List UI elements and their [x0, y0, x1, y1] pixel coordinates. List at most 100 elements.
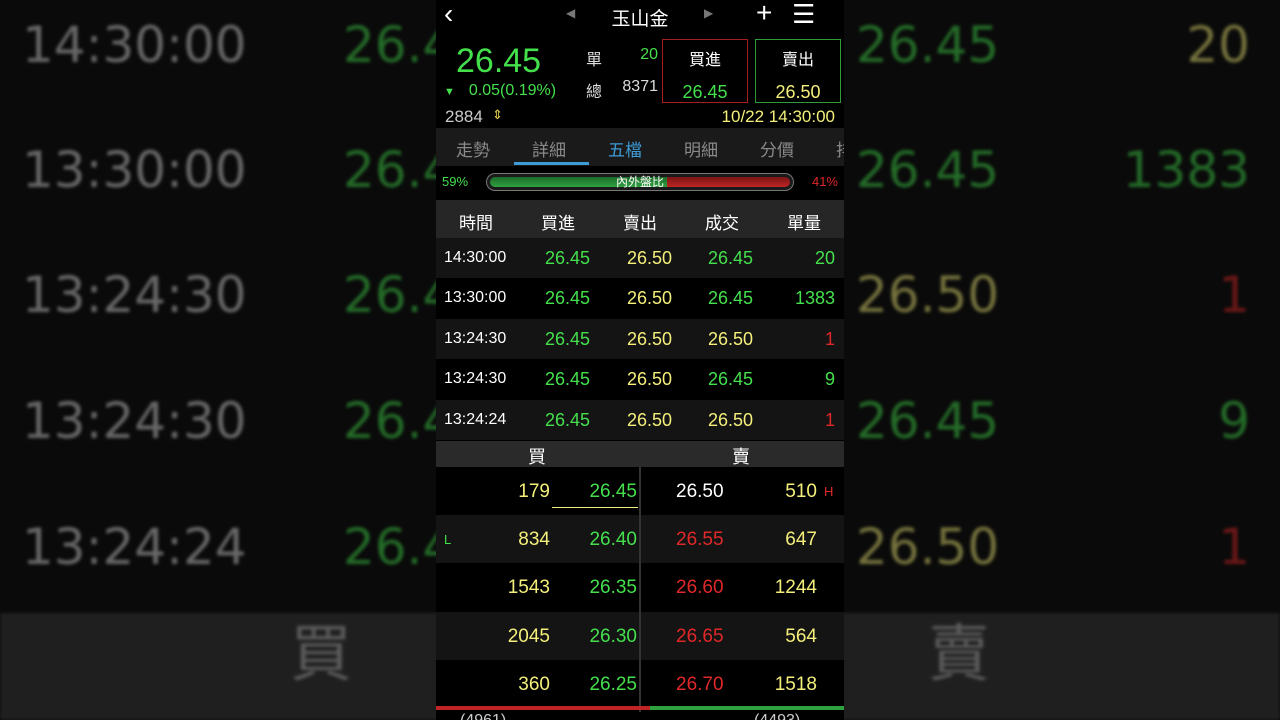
stock-code: 2884 [445, 107, 483, 126]
ask-quantity: 1244 [774, 577, 817, 599]
bg-time: 14:30:00 [22, 16, 247, 74]
tab-detail[interactable]: 詳細 [532, 136, 566, 161]
cell-ask: 26.50 [627, 288, 673, 309]
buy-button[interactable]: 買進 26.45 [662, 39, 748, 103]
bid-quantity: 2045 [507, 625, 550, 647]
header-volume: 單量 [787, 214, 821, 233]
ask-quantity: 1518 [774, 673, 817, 695]
order-book-totals: (4961) (4493) [436, 710, 844, 720]
add-icon[interactable]: + [756, 0, 772, 29]
cell-ask: 26.50 [627, 328, 673, 349]
tab-trend[interactable]: 走勢 [456, 136, 490, 161]
cell-deal: 26.45 [708, 248, 754, 268]
active-tab-underline [514, 162, 589, 165]
ask-quantity: 647 [785, 529, 817, 551]
table-row: 13:30:00 26.45 26.50 26.45 1383 [436, 278, 844, 318]
cell-volume: 20 [814, 248, 835, 268]
buy-total: (4961) [460, 712, 506, 720]
ask-price: 26.60 [676, 577, 724, 599]
bg-volume: 9 [1218, 392, 1250, 450]
buy-header: 買 [528, 447, 546, 467]
stock-title: 玉山金 [611, 9, 669, 30]
ratio-right: 41% [811, 174, 838, 189]
cell-bid: 26.45 [545, 248, 591, 268]
cell-deal: 26.45 [708, 369, 754, 390]
sell-header: 賣 [732, 447, 750, 467]
ask-price: 26.65 [676, 625, 724, 647]
cell-deal: 26.45 [708, 288, 754, 309]
tab-five-levels[interactable]: 五檔 [608, 136, 642, 161]
detail-table: 時間 買進 賣出 成交 單量 14:30:00 26.45 26.50 26.45 20… [436, 200, 844, 440]
quote-panel: 26.45 ▼ 0.05(0.19%) 單 20 總 8371 買進 26.45 … [436, 36, 844, 108]
cell-time: 13:24:24 [444, 410, 507, 428]
table-row: 13:24:30 26.45 26.50 26.50 1 [436, 318, 844, 360]
cell-time: 13:24:30 [444, 370, 507, 388]
cell-deal: 26.50 [708, 328, 754, 349]
sell-total: (4493) [754, 712, 800, 720]
cell-volume: 9 [824, 369, 835, 390]
bg-time: 13:24:24 [22, 518, 247, 576]
header-time: 時間 [459, 214, 493, 233]
price-change: ▼ 0.05(0.19%) [444, 82, 556, 100]
cell-bid: 26.45 [545, 288, 591, 309]
bg-price: 26.45 [856, 141, 1000, 199]
total-value: 8371 [622, 78, 658, 95]
bg-time: 13:30:00 [22, 141, 247, 199]
sell-button[interactable]: 賣出 26.50 [755, 39, 841, 103]
sell-label: 賣出 [781, 52, 814, 69]
bid-quantity: 1543 [507, 577, 550, 599]
bg-band-buy: 買 [290, 617, 353, 690]
ratio-label: 內外盤比 [615, 175, 664, 189]
cell-ask: 26.50 [627, 248, 673, 268]
cell-bid: 26.45 [545, 409, 591, 430]
bid-price: 26.30 [589, 625, 637, 647]
cell-bid: 26.45 [545, 369, 591, 390]
menu-icon[interactable]: ☰ [792, 0, 815, 30]
sort-icon[interactable]: ⇕ [492, 107, 503, 123]
tab-bar: 走勢 詳細 五檔 明細 分價 排 [436, 128, 844, 166]
bid-price: 26.40 [589, 529, 637, 551]
tab-ticks[interactable]: 明細 [684, 136, 718, 161]
bg-volume: 1 [1218, 266, 1250, 324]
tab-more[interactable]: 排 [836, 136, 844, 161]
ratio-meter: 內外盤比 [486, 173, 794, 191]
next-stock-icon[interactable]: ▶ [704, 6, 713, 20]
cell-time: 13:30:00 [444, 289, 507, 307]
detail-rows: 14:30:00 26.45 26.50 26.45 20 13:30:00 26.45 26… [436, 238, 844, 440]
change-value: 0.05(0.19%) [468, 82, 557, 99]
bg-volume: 1383 [1122, 141, 1250, 199]
sell-price: 26.50 [775, 82, 821, 102]
bg-band-sell: 賣 [928, 617, 991, 690]
single-label: 單 [586, 52, 603, 69]
bg-time: 13:24:30 [22, 392, 247, 450]
high-marker: H [824, 484, 834, 499]
buy-label: 買進 [688, 52, 721, 69]
down-arrow-icon: ▼ [444, 86, 455, 98]
cell-deal: 26.50 [708, 409, 754, 430]
cell-volume: 1 [824, 409, 835, 430]
cell-time: 14:30:00 [444, 249, 507, 266]
ask-quantity: 510 [785, 481, 817, 502]
stock-app-screen: ‹ ◀ 玉山金 ▶ + ☰ 26.45 ▼ 0.05(0.19%) 單 20 總 … [436, 0, 844, 720]
bg-price: 26.50 [856, 266, 1000, 324]
bg-volume: 20 [1186, 16, 1250, 74]
bid-quantity: 179 [518, 481, 550, 502]
table-header: 時間 買進 賣出 成交 單量 [436, 200, 844, 238]
bid-quantity: 834 [518, 529, 550, 551]
cell-volume: 1383 [794, 288, 835, 309]
single-value: 20 [640, 46, 658, 63]
ask-quantity: 564 [785, 625, 817, 647]
bid-price: 26.25 [589, 673, 637, 695]
bg-price: 26.45 [856, 392, 1000, 450]
ratio-left: 59% [442, 174, 469, 189]
cell-volume: 1 [824, 328, 835, 349]
last-price: 26.45 [456, 42, 542, 80]
cell-ask: 26.50 [627, 369, 673, 390]
buy-price: 26.45 [682, 82, 728, 102]
tab-price-volume[interactable]: 分價 [760, 136, 794, 161]
bg-price: 26.50 [856, 518, 1000, 576]
ask-price: 26.55 [676, 529, 724, 551]
order-book: 買 賣 179 26.45 26.50 510 H 834 26.40 26.55 647 L 15… [436, 441, 844, 720]
ask-price: 26.50 [676, 481, 724, 502]
header-ask: 賣出 [623, 214, 657, 233]
